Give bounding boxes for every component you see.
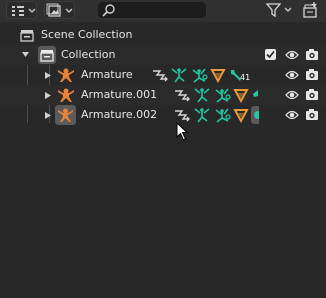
collection-icon: [40, 50, 54, 62]
camera-icon[interactable]: [305, 88, 319, 101]
collection-icon-box: [38, 46, 56, 64]
mesh-data-icon[interactable]: [233, 107, 249, 123]
expand-arrow-right-icon[interactable]: [44, 71, 52, 80]
search-icon: [102, 4, 115, 17]
pose-bone-group-icon[interactable]: [190, 67, 208, 83]
constraint-icon[interactable]: [173, 107, 191, 123]
pose-icon[interactable]: [193, 87, 211, 103]
armature-label: Armature: [81, 68, 133, 81]
eye-icon[interactable]: [285, 109, 299, 121]
mouse-cursor-icon: [176, 122, 189, 141]
display-mode-dropdown[interactable]: [6, 1, 37, 19]
filter-dropdown[interactable]: [264, 1, 296, 19]
camera-icon[interactable]: [305, 48, 319, 61]
view-filter-dropdown[interactable]: [44, 1, 75, 19]
armature-row[interactable]: Armature 41: [0, 65, 326, 85]
search-input[interactable]: [118, 3, 202, 17]
image-icon: [46, 3, 73, 17]
checkmark-icon: [266, 50, 275, 59]
pose-bone-group-icon[interactable]: [213, 107, 231, 123]
pose-icon[interactable]: [193, 107, 211, 123]
mesh-data-icon[interactable]: [210, 67, 226, 83]
armature-icon-box: [55, 105, 76, 125]
collection-row[interactable]: Collection: [0, 45, 326, 65]
armature-icon: [58, 108, 73, 122]
eye-icon[interactable]: [285, 69, 299, 81]
pose-icon[interactable]: [170, 67, 188, 83]
constraint-icon[interactable]: [151, 67, 169, 83]
expand-arrow-right-icon[interactable]: [44, 111, 52, 120]
funnel-icon: [265, 3, 292, 18]
eye-icon[interactable]: [285, 89, 299, 101]
new-collection-icon: [303, 2, 317, 18]
camera-icon[interactable]: [305, 108, 319, 121]
modifier-icon: [254, 111, 262, 119]
armature-001-label: Armature.001: [81, 88, 158, 101]
exclude-checkbox[interactable]: [265, 49, 276, 60]
armature-icon: [58, 88, 74, 102]
outliner-header: [0, 0, 326, 22]
scene-collection-row[interactable]: Scene Collection: [0, 25, 326, 45]
armature-002-row[interactable]: Armature.002: [0, 105, 326, 125]
expand-arrow-down-icon[interactable]: [21, 51, 30, 59]
new-collection-button[interactable]: [301, 1, 321, 19]
scene-collection-label: Scene Collection: [41, 28, 133, 41]
constraint-icon[interactable]: [173, 87, 191, 103]
armature-icon: [58, 68, 74, 82]
mesh-data-icon[interactable]: [233, 87, 249, 103]
expand-arrow-right-icon[interactable]: [44, 91, 52, 100]
outliner-display-mode-icon: [12, 6, 36, 16]
wrench-modifier-icon[interactable]: [252, 87, 258, 103]
child-count-badge: 41: [240, 73, 251, 82]
modifier-icon-box[interactable]: [251, 106, 262, 124]
collection-label: Collection: [61, 48, 116, 61]
search-field[interactable]: [97, 1, 207, 19]
armature-001-row[interactable]: Armature.001: [0, 85, 326, 105]
armature-002-label: Armature.002: [81, 108, 158, 121]
eye-icon[interactable]: [285, 49, 299, 61]
pose-bone-group-icon[interactable]: [213, 87, 231, 103]
camera-icon[interactable]: [305, 68, 319, 81]
scene-collection-icon: [20, 30, 34, 42]
